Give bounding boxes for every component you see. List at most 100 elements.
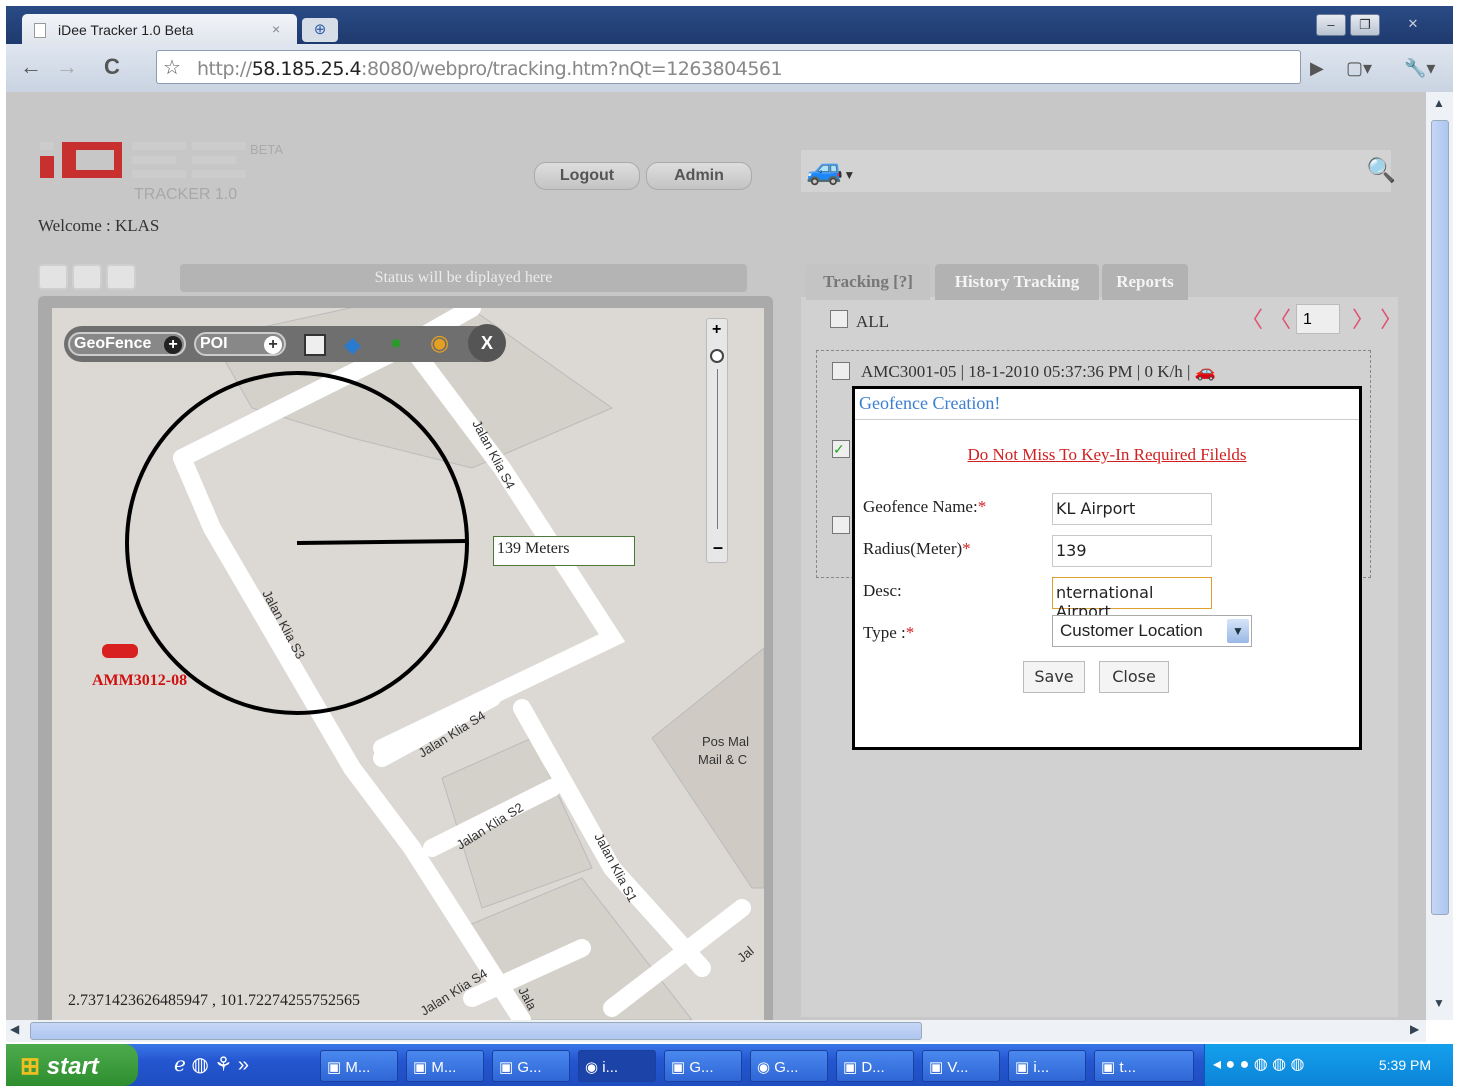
reload-icon[interactable]: C: [104, 54, 120, 80]
tracker-version: TRACKER 1.0: [134, 186, 238, 203]
layout-single-icon[interactable]: [38, 264, 68, 290]
taskbar-item[interactable]: ◉ i...: [578, 1050, 656, 1082]
zoom-handle[interactable]: [710, 349, 724, 363]
vehicle-checkbox[interactable]: [832, 362, 850, 380]
map-toolbar: GeoFence + POI + ◆ ● ◉ X: [64, 324, 506, 362]
car-icon[interactable]: 🚙▼: [806, 152, 855, 187]
scroll-thumb[interactable]: [30, 1022, 922, 1040]
map-canvas[interactable]: Jalan Klia S4 Jalan Klia S3 Jalan Klia S…: [52, 308, 764, 1020]
required-warning: Do Not Miss To Key-In Required Filelds: [967, 445, 1247, 464]
welcome-text: Welcome : KLAS: [38, 216, 160, 235]
vehicle-checkbox[interactable]: ✓: [832, 440, 850, 458]
new-tab-button[interactable]: ⊕: [302, 18, 338, 42]
desc-input[interactable]: nternational Airport: [1052, 577, 1212, 621]
quick-launch-icons[interactable]: ℯ ◍ ⚘ »: [174, 1052, 249, 1077]
all-label: ALL: [856, 312, 890, 331]
geofence-name-input[interactable]: KL Airport: [1052, 493, 1212, 525]
taskbar-item[interactable]: ▣ V...: [922, 1050, 1000, 1082]
start-button[interactable]: ⊞ start: [6, 1044, 138, 1086]
minimize-button[interactable]: –: [1316, 14, 1346, 36]
zoom-out-icon[interactable]: –: [713, 537, 723, 558]
globe-icon[interactable]: ◉: [430, 330, 449, 356]
layout-stack-icon[interactable]: [106, 264, 136, 290]
pager-prev-icons[interactable]: 〈 〈: [1241, 302, 1291, 334]
all-checkbox[interactable]: [830, 310, 848, 328]
close-toolbar-button[interactable]: X: [468, 324, 506, 362]
tab-close-icon[interactable]: ×: [272, 21, 280, 37]
page-menu-icon[interactable]: ▢▾: [1346, 58, 1372, 79]
page-icon: [34, 23, 46, 38]
vertical-scrollbar[interactable]: ▲ ▼: [1426, 92, 1453, 1020]
forward-icon[interactable]: →: [56, 54, 78, 80]
fullscreen-icon[interactable]: [304, 334, 326, 356]
page-number-input[interactable]: 1: [1296, 304, 1340, 334]
layout-split-icon[interactable]: [72, 264, 102, 290]
browser-titlebar: iDee Tracker 1.0 Beta × ⊕ – ❐ ✕: [6, 6, 1453, 46]
add-icon: +: [264, 336, 282, 354]
taskbar-item[interactable]: ▣ M...: [320, 1050, 398, 1082]
tab-reports[interactable]: Reports: [1102, 264, 1188, 300]
system-tray: ◂ ● ● ◍ ◍ ◍ 5:39 PM: [1204, 1044, 1453, 1086]
type-label: Type :*: [863, 623, 915, 642]
zoom-slider[interactable]: + –: [706, 318, 728, 563]
map-roads: Jalan Klia S4 Jalan Klia S3 Jalan Klia S…: [102, 308, 764, 1020]
logout-button[interactable]: Logout: [534, 162, 640, 190]
dialog-title: Geofence Creation!: [859, 393, 1001, 413]
road-label: Jalan Klia S1: [591, 830, 640, 904]
road-label: Jal: [734, 943, 756, 965]
taskbar-item[interactable]: ▣ G...: [664, 1050, 742, 1082]
taskbar-item[interactable]: ▣ M...: [406, 1050, 484, 1082]
vehicle-checkbox[interactable]: [832, 516, 850, 534]
clock: 5:39 PM: [1378, 1057, 1431, 1073]
taskbar-item[interactable]: ◉ G...: [750, 1050, 828, 1082]
close-window-button[interactable]: ✕: [1398, 14, 1428, 36]
vehicle-search-bar[interactable]: 🚙▼ 🔍: [801, 150, 1396, 192]
close-button[interactable]: Close: [1099, 661, 1169, 693]
taskbar-item[interactable]: ▣ D...: [836, 1050, 914, 1082]
search-icon[interactable]: 🔍: [1366, 156, 1396, 185]
save-button[interactable]: Save: [1023, 661, 1085, 693]
geofence-name-label: Geofence Name:*: [863, 497, 987, 516]
divider: [855, 419, 1359, 420]
tab-title: iDee Tracker 1.0 Beta: [58, 22, 194, 38]
map-coordinates: 2.7371423626485947 , 101.72274255752565: [68, 992, 360, 1009]
tab-tracking[interactable]: Tracking [?]: [806, 264, 930, 300]
layers-icon[interactable]: ◆: [344, 332, 361, 358]
url-text: http://58.185.25.4:8080/webpro/tracking.…: [197, 58, 783, 80]
beta-label: BETA: [250, 142, 283, 157]
type-select[interactable]: Customer Location ▼: [1052, 615, 1252, 647]
taskbar-item[interactable]: ▣ G...: [492, 1050, 570, 1082]
scroll-thumb[interactable]: [1431, 120, 1449, 915]
vehicle-row[interactable]: AMC3001-05 | 18-1-2010 05:37:36 PM | 0 K…: [861, 362, 1216, 382]
radius-label: Radius(Meter)*: [863, 539, 971, 558]
bookmark-star-icon[interactable]: ☆: [163, 55, 181, 80]
browser-toolbar: ← → C ☆ http://58.185.25.4:8080/webpro/t…: [6, 44, 1453, 92]
browser-tab[interactable]: iDee Tracker 1.0 Beta ×: [22, 14, 297, 46]
status-bar: Status will be diplayed here: [180, 264, 747, 292]
tray-icons[interactable]: ◂ ● ● ◍ ◍ ◍: [1213, 1054, 1304, 1074]
desc-label: Desc:: [863, 581, 902, 600]
taskbar-item[interactable]: ▣ i...: [1008, 1050, 1086, 1082]
radius-measure-label: 139 Meters: [493, 536, 635, 566]
wrench-icon[interactable]: 🔧▾: [1404, 58, 1435, 79]
google-maps-icon[interactable]: ●: [390, 332, 402, 355]
zoom-in-icon[interactable]: +: [712, 321, 721, 339]
poi-label: Mail & C: [698, 752, 747, 767]
windows-taskbar: ⊞ start ℯ ◍ ⚘ » ▣ M... ▣ M... ▣ G... ◉ i…: [6, 1044, 1453, 1086]
vehicle-marker-label[interactable]: AMM3012-08: [92, 672, 187, 690]
taskbar-item[interactable]: ▣ t...: [1094, 1050, 1194, 1082]
tab-history-tracking[interactable]: History Tracking: [935, 264, 1099, 300]
back-icon[interactable]: ←: [20, 54, 42, 80]
web-page: BETA TRACKER 1.0 Welcome : KLAS Logout A…: [6, 92, 1426, 1020]
radius-input[interactable]: 139: [1052, 535, 1212, 567]
go-icon[interactable]: ▶: [1310, 58, 1324, 79]
poi-button[interactable]: POI +: [194, 332, 286, 356]
pager-next-icons[interactable]: 〉 〉: [1352, 302, 1402, 334]
admin-button[interactable]: Admin: [646, 162, 752, 190]
address-bar[interactable]: ☆ http://58.185.25.4:8080/webpro/trackin…: [156, 50, 1301, 84]
maximize-button[interactable]: ❐: [1350, 14, 1380, 36]
horizontal-scrollbar[interactable]: ◀ ▶: [6, 1020, 1426, 1042]
geofence-button[interactable]: GeoFence +: [68, 332, 186, 356]
poi-label: Pos Mal: [702, 734, 749, 749]
windows-logo-icon: ⊞: [20, 1053, 41, 1080]
